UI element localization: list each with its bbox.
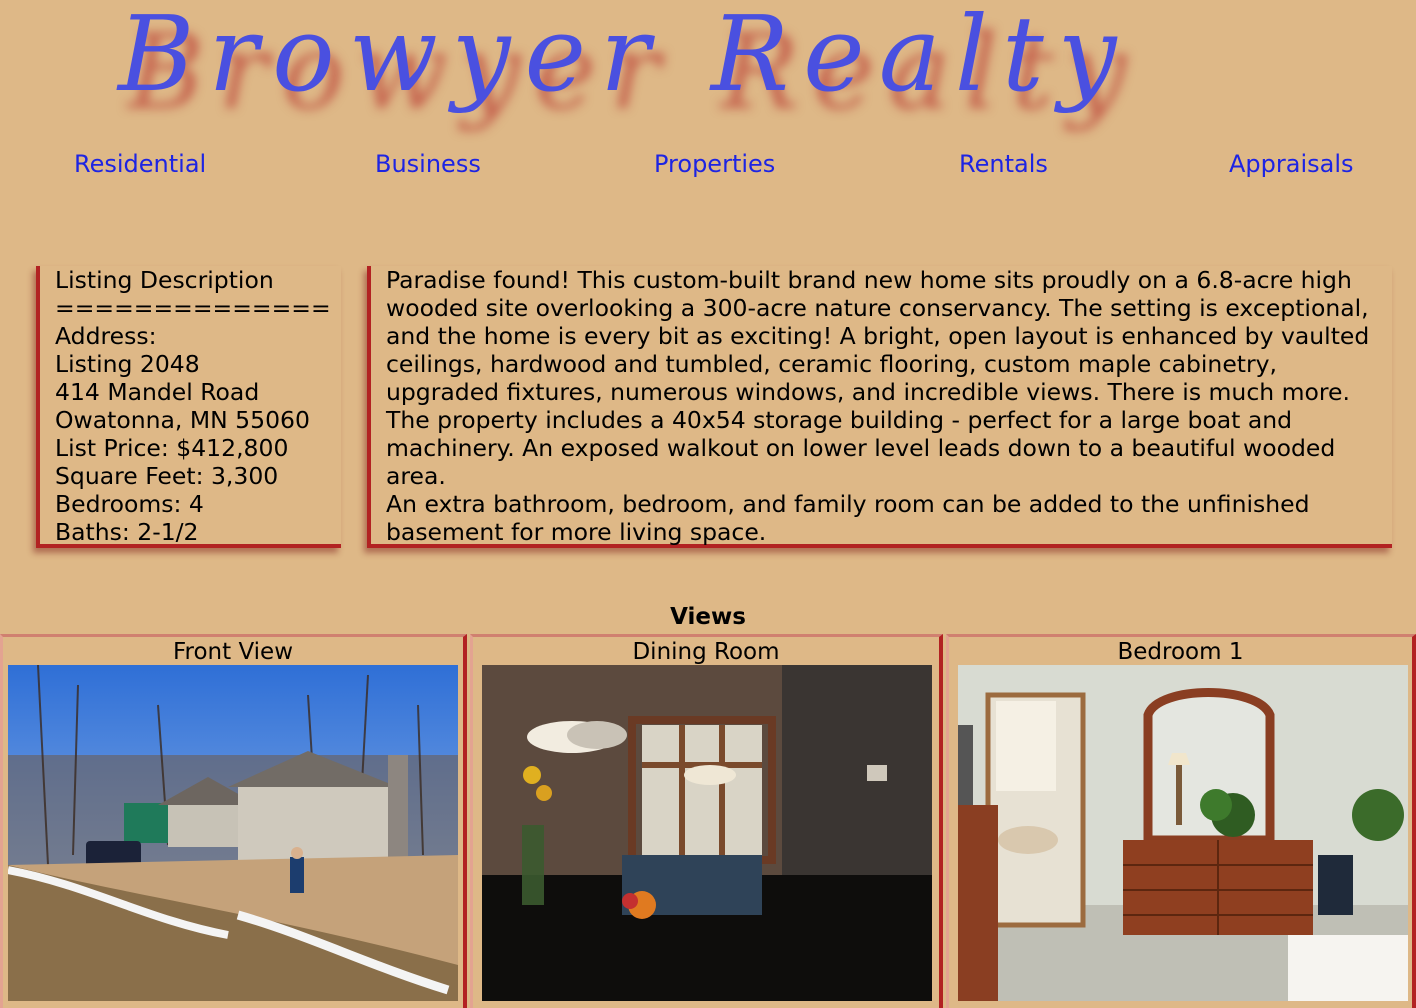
nav-properties-link[interactable]: Properties <box>654 150 775 178</box>
bedrooms: Bedrooms: 4 <box>55 490 204 518</box>
description-paragraph-2: An extra bathroom, bedroom, and family r… <box>386 490 1310 546</box>
main-nav: Residential Business Properties Rentals … <box>0 150 1416 184</box>
nav-rentals-link[interactable]: Rentals <box>959 150 1048 178</box>
view-card-bedroom: Bedroom 1 <box>946 634 1416 1008</box>
baths: Baths: 2-1/2 <box>55 518 199 546</box>
listing-description-box: Paradise found! This custom-built brand … <box>367 266 1392 548</box>
street-address: 414 Mandel Road <box>55 378 260 406</box>
site-logo: Browyer Realty <box>118 0 1131 115</box>
view-caption-bedroom: Bedroom 1 <box>1117 639 1244 665</box>
listing-separator: ============== <box>55 294 331 322</box>
address-label: Address: <box>55 322 157 350</box>
description-paragraph-1: Paradise found! This custom-built brand … <box>386 266 1370 490</box>
view-caption-dining: Dining Room <box>632 639 780 665</box>
view-caption-front: Front View <box>172 639 294 665</box>
bedroom-1-photo[interactable] <box>958 665 1408 1001</box>
nav-residential-link[interactable]: Residential <box>74 150 206 178</box>
view-card-dining: Dining Room <box>470 634 943 1008</box>
nav-business-link[interactable]: Business <box>375 150 481 178</box>
front-view-photo[interactable] <box>8 665 458 1001</box>
listing-details-box: Listing Description ============== Addre… <box>36 266 341 548</box>
listing-number: Listing 2048 <box>55 350 200 378</box>
nav-appraisals-link[interactable]: Appraisals <box>1229 150 1354 178</box>
views-heading: Views <box>670 604 746 630</box>
dining-room-photo[interactable] <box>482 665 932 1001</box>
page: Browyer Realty Residential Business Prop… <box>0 0 1416 1008</box>
listing-heading: Listing Description <box>55 266 274 294</box>
square-feet: Square Feet: 3,300 <box>55 462 279 490</box>
list-price: List Price: $412,800 <box>55 434 289 462</box>
city-state-zip: Owatonna, MN 55060 <box>55 406 310 434</box>
view-card-front: Front View <box>0 634 467 1008</box>
